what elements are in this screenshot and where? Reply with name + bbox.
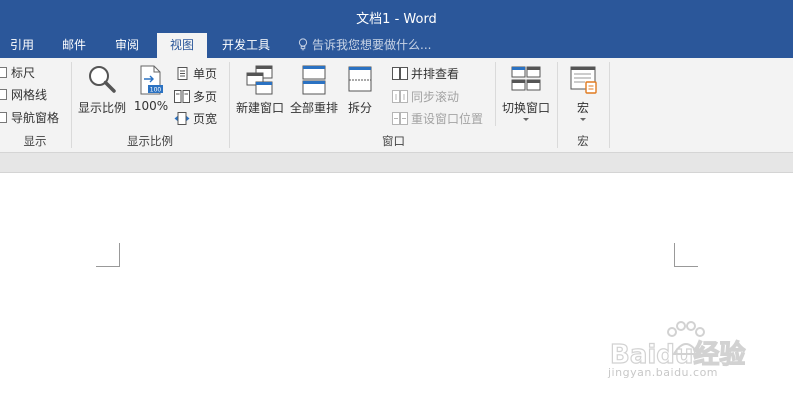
zoom-button[interactable]: 显示比例 [76,64,128,116]
one-page-label: 单页 [193,67,218,81]
multiple-pages-icon [174,90,190,103]
arrange-all-button[interactable]: 全部重排 [288,64,340,116]
synchronous-scrolling-button: 同步滚动 [392,87,459,107]
switch-windows-label: 切换窗口 [501,101,550,115]
macros-icon [570,66,597,94]
multiple-pages-label: 多页 [193,90,218,104]
macros-button[interactable]: 宏 [564,64,602,121]
ruler-checkbox[interactable]: 标尺 [0,64,35,82]
hundred-percent-button[interactable]: 100 100% [132,64,170,113]
reset-window-position-button: 重设窗口位置 [392,109,483,129]
lightbulb-icon [298,38,308,51]
chevron-down-icon [523,118,529,121]
page-width-icon [174,112,190,125]
page-width-button[interactable]: 页宽 [174,109,217,129]
margin-corner-right [674,243,698,267]
inner-divider [495,62,496,126]
group-label-zoom: 显示比例 [127,134,173,148]
page-width-label: 页宽 [193,112,218,126]
switch-windows-button[interactable]: 切换窗口 [500,64,552,121]
gridlines-label: 网格线 [11,88,48,102]
macros-button-label: 宏 [576,101,589,115]
split-icon [348,66,372,92]
new-window-button[interactable]: 新建窗口 [234,64,286,116]
ribbon: 标尺 网格线 导航窗格 显示 显示比例 100 100% 单页 多页 页宽 显示… [0,58,793,153]
side-by-side-icon [392,67,408,80]
reset-position-label: 重设窗口位置 [411,112,484,126]
switch-windows-icon [511,66,541,91]
new-window-label: 新建窗口 [235,101,284,115]
zoom-button-label: 显示比例 [77,101,126,115]
arrange-all-label: 全部重排 [289,101,338,115]
group-zoom: 显示比例 100 100% 单页 多页 页宽 显示比例 [72,58,228,153]
checkbox-box [0,67,7,78]
reset-position-icon [392,112,408,125]
navigation-pane-checkbox[interactable]: 导航窗格 [0,109,59,127]
window-title: 文档1 - Word [356,12,437,27]
group-show: 标尺 网格线 导航窗格 显示 [0,58,70,153]
sync-scroll-icon [392,90,408,103]
tell-me-placeholder: 告诉我您想要做什么... [312,38,432,52]
tab-review[interactable]: 审阅 [105,33,149,58]
sync-scroll-label: 同步滚动 [411,90,460,104]
group-label-show: 显示 [23,134,47,148]
group-macros: 宏 宏 [558,58,608,153]
navigation-pane-label: 导航窗格 [11,111,60,125]
tab-developer[interactable]: 开发工具 [215,33,277,58]
tab-references[interactable]: 引用 [0,33,44,58]
page-100-icon: 100 [140,65,163,95]
ribbon-tabs: 引用 邮件 审阅 视图 开发工具 告诉我您想要做什么... [0,33,793,58]
margin-corner-left [96,243,120,267]
svg-text:100: 100 [150,87,162,94]
chevron-down-icon [580,118,586,121]
multiple-pages-button[interactable]: 多页 [174,87,217,107]
new-window-icon [246,65,273,95]
split-label: 拆分 [347,101,372,115]
watermark-url: jingyan.baidu.com [608,366,719,379]
group-divider [609,62,610,148]
magnifier-icon [89,66,116,93]
ruler-label: 标尺 [11,66,36,80]
tell-me-box[interactable]: 告诉我您想要做什么... [298,33,431,58]
side-by-side-label: 并排查看 [411,67,460,81]
one-page-icon [177,67,188,80]
arrange-all-icon [302,65,326,95]
one-page-button[interactable]: 单页 [174,64,217,84]
group-window: 新建窗口 全部重排 拆分 并排查看 同步滚动 重设窗口位置 切换窗口 窗口 [230,58,557,153]
split-button[interactable]: 拆分 [342,64,378,116]
gridlines-checkbox[interactable]: 网格线 [0,86,47,104]
hundred-percent-label: 100% [133,99,169,113]
checkbox-box [0,89,7,100]
view-side-by-side-button[interactable]: 并排查看 [392,64,459,84]
group-label-window: 窗口 [382,134,405,148]
tab-view[interactable]: 视图 [157,33,207,58]
group-label-macros: 宏 [577,134,589,148]
tab-mailings[interactable]: 邮件 [52,33,96,58]
checkbox-box [0,112,7,123]
title-bar: 文档1 - Word [0,0,793,33]
